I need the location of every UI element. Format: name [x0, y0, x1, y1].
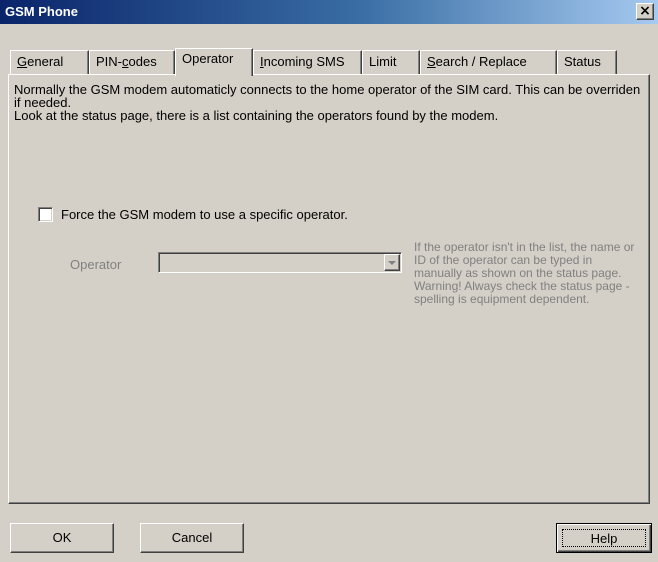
tab-incoming-sms[interactable]: Incoming SMS: [253, 50, 362, 74]
description-line-1: Normally the GSM modem automaticly conne…: [14, 82, 641, 110]
ok-button[interactable]: OK: [10, 523, 114, 553]
tab-search-replace[interactable]: Search / Replace: [420, 50, 557, 74]
operator-label: Operator: [70, 257, 122, 272]
close-button[interactable]: ×: [636, 3, 654, 20]
tab-status[interactable]: Status: [557, 50, 617, 74]
tab-pin-codes[interactable]: PIN-codes: [89, 50, 175, 74]
operator-dropdown-button[interactable]: [384, 254, 400, 271]
force-operator-label[interactable]: Force the GSM modem to use a specific op…: [61, 207, 348, 222]
help-button[interactable]: Help: [556, 523, 652, 553]
operator-hint-text: If the operator isn't in the list, the n…: [414, 240, 635, 306]
description-line-2: Look at the status page, there is a list…: [14, 108, 499, 123]
title-bar: GSM Phone ×: [0, 0, 658, 24]
force-operator-checkbox[interactable]: [38, 207, 53, 222]
description-text: Normally the GSM modem automaticly conne…: [14, 83, 644, 122]
operator-combobox[interactable]: [158, 252, 402, 273]
chevron-down-icon: [388, 261, 396, 265]
tab-general[interactable]: General: [10, 50, 89, 74]
tab-limit[interactable]: Limit: [362, 50, 420, 74]
help-button-label: Help: [562, 529, 646, 547]
close-icon: ×: [639, 3, 651, 19]
window-title: GSM Phone: [5, 4, 78, 19]
cancel-button[interactable]: Cancel: [140, 523, 244, 553]
tab-operator[interactable]: Operator: [175, 48, 253, 76]
tab-panel-operator: Normally the GSM modem automaticly conne…: [8, 74, 650, 504]
tab-strip: General PIN-codes Operator Incoming SMS …: [10, 26, 650, 76]
